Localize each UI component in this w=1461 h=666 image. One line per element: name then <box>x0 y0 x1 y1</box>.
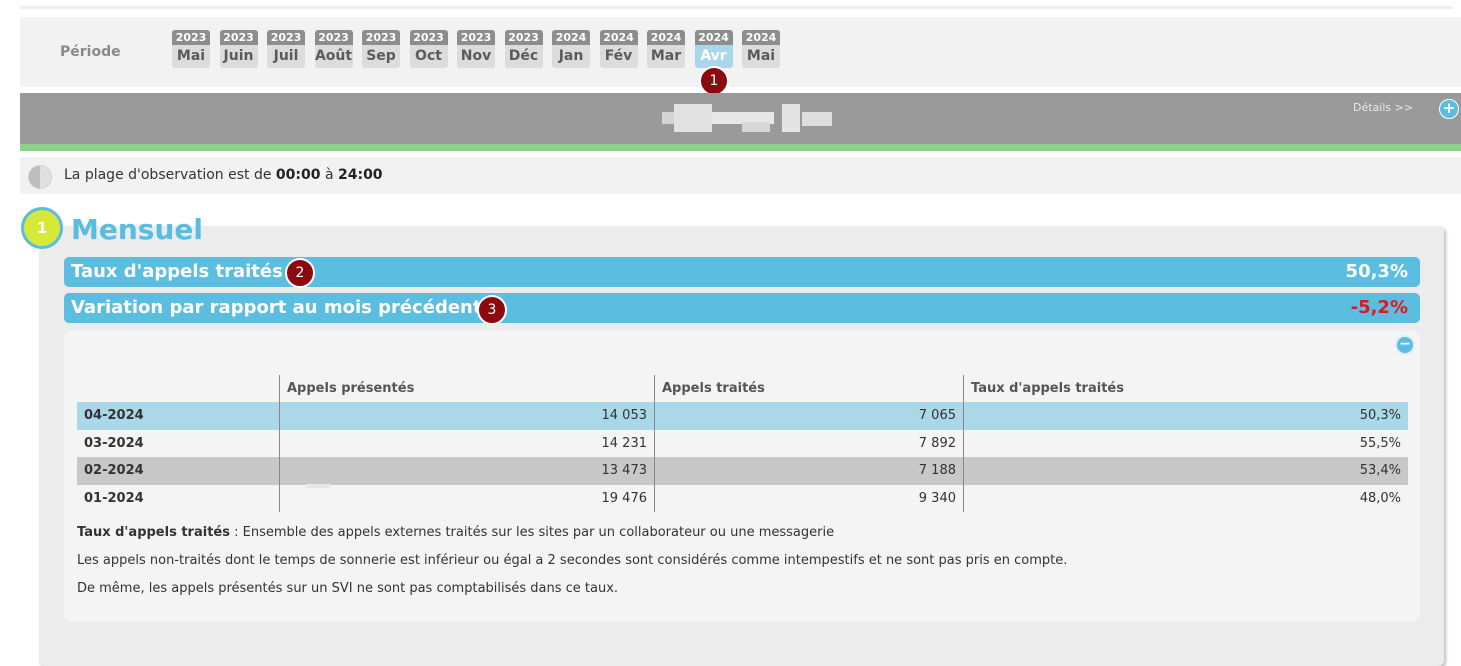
month-year: 2023 <box>504 30 543 45</box>
table-header: Appels présentés <box>279 375 655 402</box>
cell-presented: 19 476 <box>279 484 655 512</box>
table-row: 01-2024 19 476 9 340 48,0% <box>77 484 1408 512</box>
table-row: 04-2024 14 053 7 065 50,3% <box>77 402 1408 430</box>
callout-badge-3: 3 <box>477 295 507 325</box>
period-cell: 02-2024 <box>77 457 280 485</box>
redacted-site-name <box>662 104 832 134</box>
month-year: 2024 <box>742 30 780 45</box>
kpi-label: Variation par rapport au mois précédent <box>71 297 482 318</box>
observation-end: 24:00 <box>337 167 383 183</box>
month-name: Mar <box>647 45 685 68</box>
month-name: Avr <box>694 45 733 68</box>
month-year: 2024 <box>694 30 733 45</box>
cell-rate: 48,0% <box>963 484 1408 512</box>
month-year: 2024 <box>599 30 638 45</box>
section-title: Mensuel <box>71 213 203 246</box>
month-year: 2023 <box>267 30 305 45</box>
half-circle-icon <box>28 165 52 189</box>
details-link[interactable]: Détails >> <box>1353 101 1413 114</box>
section-number-badge: 1 <box>21 207 63 249</box>
cell-presented: 13 473 <box>279 457 655 485</box>
cell-handled: 7 188 <box>654 457 964 485</box>
month-name: Juil <box>267 45 305 68</box>
scroll-marker <box>306 484 330 488</box>
top-divider <box>20 6 1453 9</box>
month-name: Fév <box>599 45 638 68</box>
period-cell: 01-2024 <box>84 490 144 506</box>
month-selector: 2023 Mai 2023 Juin 2023 Juil 2023 Août 2023 Sep 20… <box>172 30 790 70</box>
details-panel: − Appels présentés Appels traités Taux d… <box>64 331 1420 621</box>
callout-badge-1: 1 <box>699 66 729 96</box>
month-juin-2023[interactable]: 2023 Juin <box>219 30 258 70</box>
month-mai-2023[interactable]: 2023 Mai <box>172 30 210 70</box>
month-mai-2024[interactable]: 2024 Mai <box>742 30 780 70</box>
cell-handled: 7 892 <box>654 429 964 457</box>
month-name: Jan <box>552 45 590 68</box>
collapse-minus-icon[interactable]: − <box>1395 335 1415 355</box>
callout-badge-2: 2 <box>285 258 315 288</box>
status-line <box>20 144 1461 151</box>
month-oct-2023[interactable]: 2023 Oct <box>409 30 448 70</box>
month-déc-2023[interactable]: 2023 Déc <box>504 30 543 70</box>
month-name: Mai <box>742 45 780 68</box>
month-sep-2023[interactable]: 2023 Sep <box>362 30 400 70</box>
month-year: 2023 <box>172 30 210 45</box>
observation-bar: La plage d'observation est de 00:00 à 24… <box>20 157 1461 194</box>
cell-rate: 53,4% <box>963 457 1408 485</box>
cell-handled: 7 065 <box>654 402 964 430</box>
period-bar: Période 2023 Mai 2023 Juin 2023 Juil 2023 Août 2… <box>20 17 1461 87</box>
month-name: Nov <box>457 45 495 68</box>
month-name: Juin <box>219 45 258 68</box>
month-year: 2024 <box>647 30 685 45</box>
kpi-label: Taux d'appels traités <box>71 261 283 282</box>
kpi-value: 50,3% <box>1345 261 1408 282</box>
note-exclusion: Les appels non-traités dont le temps de … <box>77 553 1068 568</box>
month-name: Sep <box>362 45 400 68</box>
note-svi: De même, les appels présentés sur un SVI… <box>77 581 619 596</box>
month-août-2023[interactable]: 2023 Août <box>314 30 353 70</box>
table-header-row: Appels présentés Appels traités Taux d'a… <box>77 375 1408 402</box>
expand-plus-icon[interactable]: + <box>1439 99 1459 119</box>
cell-rate: 55,5% <box>963 429 1408 457</box>
kpi-value: -5,2% <box>1350 297 1408 318</box>
month-nov-2023[interactable]: 2023 Nov <box>457 30 495 70</box>
month-jan-2024[interactable]: 2024 Jan <box>552 30 590 70</box>
cell-presented: 14 231 <box>279 429 655 457</box>
observation-start: 00:00 <box>275 167 321 183</box>
month-name: Oct <box>409 45 448 68</box>
cell-rate: 50,3% <box>963 402 1408 430</box>
month-year: 2023 <box>457 30 495 45</box>
period-cell: 04-2024 <box>77 402 280 430</box>
month-fév-2024[interactable]: 2024 Fév <box>599 30 638 70</box>
month-year: 2024 <box>552 30 590 45</box>
month-year: 2023 <box>314 30 353 45</box>
table-row: 02-2024 13 473 7 188 53,4% <box>77 457 1408 485</box>
notes: Taux d'appels traités : Ensemble des app… <box>77 526 1067 610</box>
month-mar-2024[interactable]: 2024 Mar <box>647 30 685 70</box>
month-juil-2023[interactable]: 2023 Juil <box>267 30 305 70</box>
table-header <box>77 375 280 402</box>
cell-presented: 14 053 <box>279 402 655 430</box>
month-name: Août <box>314 45 353 68</box>
table-header: Appels traités <box>654 375 964 402</box>
period-label: Période <box>60 44 121 60</box>
table-header: Taux d'appels traités <box>963 375 1408 402</box>
cell-handled: 9 340 <box>654 484 964 512</box>
kpi-variation: Variation par rapport au mois précédent … <box>64 293 1420 323</box>
month-year: 2023 <box>219 30 258 45</box>
table-row: 03-2024 14 231 7 892 55,5% <box>77 429 1408 457</box>
observation-text: La plage d'observation est de 00:00 à 24… <box>64 167 383 183</box>
month-avr-2024[interactable]: 2024 Avr <box>694 30 733 70</box>
monthly-stats-table: Appels présentés Appels traités Taux d'a… <box>77 375 1408 512</box>
note-definition: Taux d'appels traités : Ensemble des app… <box>77 525 835 540</box>
month-year: 2023 <box>409 30 448 45</box>
kpi-taux-appels: Taux d'appels traités 50,3% <box>64 257 1420 287</box>
period-cell: 03-2024 <box>84 435 144 451</box>
month-year: 2023 <box>362 30 400 45</box>
month-name: Mai <box>172 45 210 68</box>
month-name: Déc <box>504 45 543 68</box>
